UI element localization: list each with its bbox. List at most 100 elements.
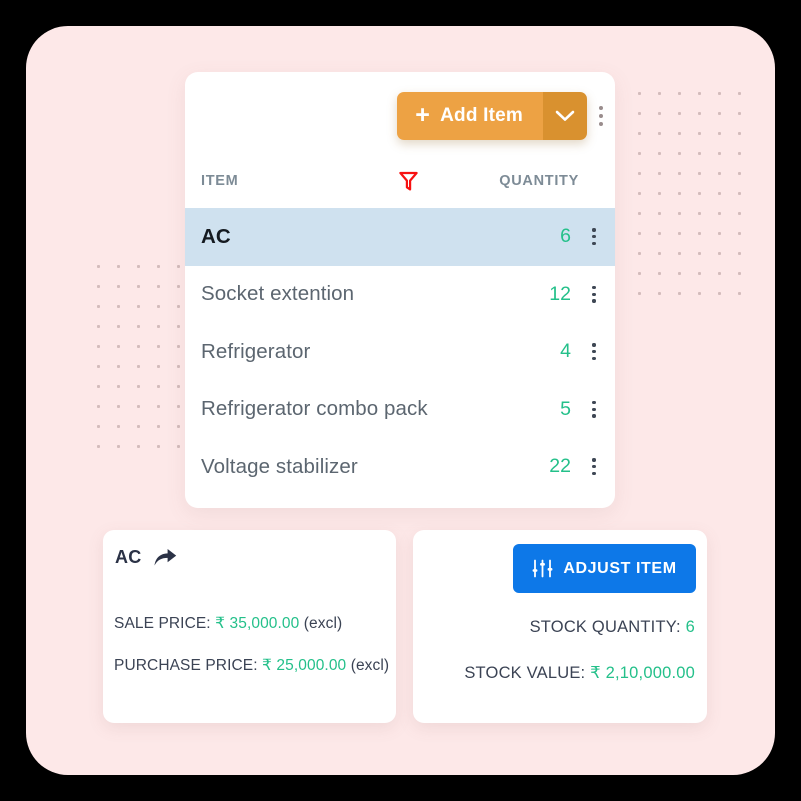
kebab-dot bbox=[592, 356, 596, 361]
decorative-dot bbox=[729, 143, 749, 163]
filter-funnel-icon[interactable] bbox=[399, 171, 418, 192]
sliders-icon bbox=[532, 559, 553, 578]
item-detail-header: AC bbox=[115, 547, 178, 568]
kebab-dot bbox=[592, 228, 596, 232]
table-row-item-name: Refrigerator combo pack bbox=[201, 397, 428, 421]
row-overflow-menu-icon[interactable] bbox=[585, 222, 603, 252]
stock-value-label: STOCK VALUE: bbox=[464, 664, 586, 682]
sale-price-label: SALE PRICE: bbox=[114, 615, 211, 632]
decorative-dot bbox=[649, 283, 669, 303]
decorative-dot bbox=[709, 283, 729, 303]
row-overflow-menu-icon[interactable] bbox=[585, 337, 603, 367]
decorative-dot bbox=[649, 223, 669, 243]
item-detail-card: AC SALE PRICE: ₹ 35,000.00 (excl) PURCHA… bbox=[103, 530, 396, 723]
decorative-dot bbox=[128, 376, 148, 396]
table-row[interactable]: Socket extention 12 bbox=[185, 266, 615, 324]
decorative-dot bbox=[689, 183, 709, 203]
decorative-dot bbox=[629, 123, 649, 143]
decorative-dot bbox=[629, 143, 649, 163]
column-header-quantity: QUANTITY bbox=[499, 173, 579, 189]
decorative-dot bbox=[108, 436, 128, 456]
add-item-dropdown-toggle[interactable] bbox=[543, 92, 587, 140]
decorative-dot bbox=[649, 243, 669, 263]
purchase-price-amount: ₹ 25,000.00 bbox=[262, 657, 347, 674]
decorative-dot bbox=[709, 183, 729, 203]
decorative-dot bbox=[108, 376, 128, 396]
decorative-dot bbox=[669, 283, 689, 303]
table-row[interactable]: AC 6 bbox=[185, 208, 615, 266]
decorative-dot bbox=[88, 296, 108, 316]
card-overflow-menu-icon[interactable] bbox=[590, 98, 612, 134]
decorative-dot bbox=[709, 103, 729, 123]
decorative-dot bbox=[669, 103, 689, 123]
decorative-dot bbox=[649, 123, 669, 143]
adjust-item-label: ADJUST ITEM bbox=[563, 559, 677, 577]
decorative-dot bbox=[148, 316, 168, 336]
row-overflow-menu-icon[interactable] bbox=[585, 452, 603, 482]
add-item-button[interactable]: + Add Item bbox=[397, 92, 587, 140]
decorative-dot bbox=[148, 416, 168, 436]
decorative-dot bbox=[649, 143, 669, 163]
share-arrow-icon[interactable] bbox=[153, 547, 178, 568]
row-overflow-menu-icon[interactable] bbox=[585, 394, 603, 424]
table-row-quantity: 4 bbox=[560, 340, 571, 363]
decorative-dot bbox=[729, 123, 749, 143]
decorative-dot bbox=[88, 256, 108, 276]
kebab-dot bbox=[592, 299, 596, 303]
decorative-dot bbox=[649, 163, 669, 183]
kebab-dot bbox=[592, 471, 596, 476]
decorative-dot bbox=[108, 316, 128, 336]
decorative-dot bbox=[709, 203, 729, 223]
decorative-dot bbox=[128, 256, 148, 276]
decorative-dot bbox=[128, 316, 148, 336]
decorative-dot bbox=[729, 283, 749, 303]
add-item-button-main[interactable]: + Add Item bbox=[397, 92, 543, 140]
kebab-dot bbox=[592, 292, 596, 296]
kebab-dot bbox=[592, 241, 596, 246]
decorative-dot bbox=[729, 203, 749, 223]
decorative-dot bbox=[649, 263, 669, 283]
decorative-dot bbox=[629, 83, 649, 103]
decorative-dot bbox=[669, 123, 689, 143]
adjust-item-button[interactable]: ADJUST ITEM bbox=[513, 544, 696, 593]
kebab-dot bbox=[592, 400, 596, 405]
sale-price-row: SALE PRICE: ₹ 35,000.00 (excl) bbox=[114, 614, 342, 633]
kebab-dot bbox=[592, 350, 596, 354]
decorative-dot bbox=[709, 163, 729, 183]
stock-value-amount: ₹ 2,10,000.00 bbox=[590, 664, 695, 682]
kebab-dot bbox=[592, 465, 596, 469]
table-row[interactable]: Refrigerator combo pack 5 bbox=[185, 381, 615, 439]
decorative-dot bbox=[148, 296, 168, 316]
decorative-dot bbox=[709, 123, 729, 143]
kebab-dot bbox=[592, 285, 596, 290]
table-row[interactable]: Refrigerator 4 bbox=[185, 323, 615, 381]
decorative-dot bbox=[629, 263, 649, 283]
decorative-dot bbox=[689, 263, 709, 283]
add-item-label: Add Item bbox=[440, 105, 523, 126]
decorative-dot bbox=[709, 263, 729, 283]
decorative-dot bbox=[729, 103, 749, 123]
decorative-dot bbox=[649, 83, 669, 103]
decorative-dot-grid-right bbox=[629, 83, 749, 303]
decorative-dot bbox=[689, 163, 709, 183]
decorative-dot bbox=[729, 243, 749, 263]
decorative-dot bbox=[629, 103, 649, 123]
stock-detail-card: ADJUST ITEM STOCK QUANTITY: 6 STOCK VALU… bbox=[413, 530, 707, 723]
kebab-dot bbox=[592, 235, 596, 239]
decorative-dot bbox=[629, 223, 649, 243]
decorative-dot bbox=[88, 396, 108, 416]
decorative-dot bbox=[729, 183, 749, 203]
row-overflow-menu-icon[interactable] bbox=[585, 279, 603, 309]
stock-value-row: STOCK VALUE: ₹ 2,10,000.00 bbox=[464, 663, 695, 683]
table-row-quantity: 22 bbox=[549, 455, 571, 478]
decorative-dot bbox=[669, 183, 689, 203]
table-row[interactable]: Voltage stabilizer 22 bbox=[185, 438, 615, 496]
decorative-dot bbox=[689, 143, 709, 163]
item-table-body: AC 6 Socket extention 12 Refrigerator 4 Refrig… bbox=[185, 208, 615, 496]
decorative-dot bbox=[669, 203, 689, 223]
decorative-dot bbox=[108, 336, 128, 356]
decorative-dot bbox=[88, 436, 108, 456]
decorative-dot bbox=[689, 203, 709, 223]
kebab-dot bbox=[592, 343, 596, 347]
decorative-dot bbox=[649, 103, 669, 123]
